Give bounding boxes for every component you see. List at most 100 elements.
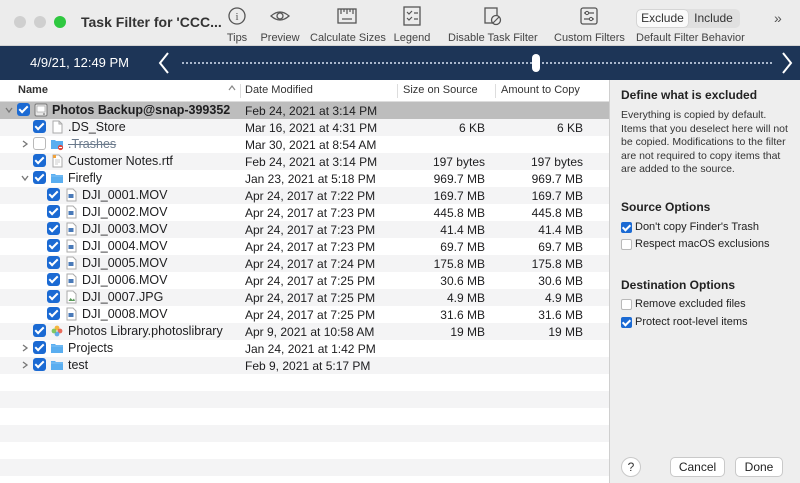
- column-header-name[interactable]: Name: [18, 84, 48, 96]
- table-row[interactable]: Photos Backup@snap-399352 Feb 24, 2021 at…: [0, 102, 609, 119]
- table-row[interactable]: Firefly Jan 23, 2021 at 5:18 PM 969.7 MB 96…: [0, 170, 609, 187]
- row-date-modified: Feb 24, 2021 at 3:14 PM: [245, 104, 378, 118]
- table-row[interactable]: .DS_Store Mar 16, 2021 at 4:31 PM 6 KB 6 KB: [0, 119, 609, 136]
- row-checkbox[interactable]: [33, 324, 46, 337]
- calculate-sizes-button[interactable]: Calculate Sizes: [310, 6, 386, 44]
- row-date-modified: Apr 24, 2017 at 7:24 PM: [245, 257, 376, 271]
- row-checkbox[interactable]: [33, 341, 46, 354]
- table-row[interactable]: DJI_0006.MOV Apr 24, 2017 at 7:25 PM 30.6 …: [0, 272, 609, 289]
- minimize-window-button[interactable]: [34, 16, 46, 28]
- table-row[interactable]: DJI_0004.MOV Apr 24, 2017 at 7:23 PM 69.7 …: [0, 238, 609, 255]
- row-size-on-source: 197 bytes: [432, 155, 485, 169]
- remove-excluded-checkbox[interactable]: [621, 299, 632, 310]
- respect-exclusions-checkbox[interactable]: [621, 239, 632, 250]
- disable-task-filter-button[interactable]: Disable Task Filter: [448, 6, 538, 44]
- row-size-on-source: 175.8 MB: [433, 257, 485, 271]
- close-window-button[interactable]: [14, 16, 26, 28]
- row-date-modified: Apr 24, 2017 at 7:22 PM: [245, 189, 376, 203]
- legend-button[interactable]: Legend: [393, 6, 431, 44]
- column-header-amount-to-copy[interactable]: Amount to Copy: [501, 84, 580, 96]
- disclosure-expanded-icon[interactable]: [4, 105, 14, 115]
- row-checkbox[interactable]: [47, 239, 60, 252]
- row-size-on-source: 19 MB: [450, 325, 485, 339]
- row-checkbox[interactable]: [33, 358, 46, 371]
- row-amount-to-copy: 69.7 MB: [538, 240, 583, 254]
- table-row[interactable]: DJI_0008.MOV Apr 24, 2017 at 7:25 PM 31.6 …: [0, 306, 609, 323]
- table-row[interactable]: DJI_0001.MOV Apr 24, 2017 at 7:22 PM 169.7…: [0, 187, 609, 204]
- row-amount-to-copy: 4.9 MB: [544, 291, 583, 305]
- row-date-modified: Jan 23, 2021 at 5:18 PM: [245, 172, 376, 186]
- row-checkbox[interactable]: [47, 188, 60, 201]
- row-checkbox[interactable]: [47, 273, 60, 286]
- movie-file-icon: [64, 307, 78, 321]
- row-checkbox[interactable]: [33, 137, 46, 150]
- row-size-on-source: 969.7 MB: [433, 172, 485, 186]
- row-date-modified: Apr 24, 2017 at 7:25 PM: [245, 274, 376, 288]
- help-button[interactable]: ?: [621, 457, 641, 477]
- row-size-on-source: 6 KB: [458, 121, 485, 135]
- disclosure-collapsed-icon[interactable]: [20, 139, 30, 149]
- column-header-date-modified[interactable]: Date Modified: [245, 84, 313, 96]
- table-row[interactable]: DJI_0007.JPG Apr 24, 2017 at 7:25 PM 4.9 M…: [0, 289, 609, 306]
- zoom-window-button[interactable]: [54, 16, 66, 28]
- custom-filters-button[interactable]: Custom Filters: [554, 6, 625, 44]
- row-name: DJI_0007.JPG: [82, 290, 164, 304]
- table-row[interactable]: DJI_0005.MOV Apr 24, 2017 at 7:24 PM 175.8…: [0, 255, 609, 272]
- row-size-on-source: 4.9 MB: [446, 291, 485, 305]
- row-checkbox[interactable]: [47, 205, 60, 218]
- panel-description: Everything is copied by default. Items t…: [621, 109, 788, 175]
- cancel-button[interactable]: Cancel: [670, 457, 725, 477]
- tips-button[interactable]: i Tips: [222, 6, 252, 44]
- preview-button[interactable]: Preview: [260, 6, 300, 44]
- timeline-thumb[interactable]: [532, 54, 540, 72]
- disclosure-collapsed-icon[interactable]: [20, 360, 30, 370]
- filter-behavior-segmented-control: Exclude Include: [636, 9, 740, 28]
- row-checkbox[interactable]: [17, 103, 30, 116]
- panel-heading: Define what is excluded: [621, 88, 758, 102]
- row-amount-to-copy: 19 MB: [548, 325, 583, 339]
- row-amount-to-copy: 175.8 MB: [531, 257, 583, 271]
- row-checkbox[interactable]: [47, 290, 60, 303]
- done-button[interactable]: Done: [735, 457, 783, 477]
- disable-filter-icon: [484, 7, 502, 26]
- tips-icon: i: [228, 7, 246, 25]
- row-checkbox[interactable]: [47, 256, 60, 269]
- toolbar-overflow-icon[interactable]: »: [774, 10, 782, 26]
- folder-icon: [50, 358, 64, 372]
- table-row[interactable]: DJI_0003.MOV Apr 24, 2017 at 7:23 PM 41.4 …: [0, 221, 609, 238]
- row-date-modified: Apr 24, 2017 at 7:25 PM: [245, 291, 376, 305]
- protect-root-checkbox[interactable]: [621, 317, 632, 328]
- table-row[interactable]: Projects Jan 24, 2021 at 1:42 PM: [0, 340, 609, 357]
- table-row[interactable]: Photos Library.photoslibrary Apr 9, 2021 …: [0, 323, 609, 340]
- row-name: Customer Notes.rtf: [68, 154, 173, 168]
- row-checkbox[interactable]: [33, 154, 46, 167]
- row-checkbox[interactable]: [47, 307, 60, 320]
- row-name: Photos Backup@snap-399352: [52, 103, 231, 117]
- movie-file-icon: [64, 273, 78, 287]
- table-row[interactable]: test Feb 9, 2021 at 5:17 PM: [0, 357, 609, 374]
- row-size-on-source: 30.6 MB: [440, 274, 485, 288]
- sort-ascending-icon: [228, 85, 236, 91]
- timeline-previous-icon[interactable]: [157, 51, 171, 75]
- empty-row: [0, 391, 609, 408]
- disclosure-collapsed-icon[interactable]: [20, 343, 30, 353]
- timeline-next-icon[interactable]: [780, 51, 794, 75]
- timeline-track[interactable]: [182, 62, 772, 64]
- row-name: DJI_0006.MOV: [82, 273, 168, 287]
- row-checkbox[interactable]: [47, 222, 60, 235]
- row-checkbox[interactable]: [33, 120, 46, 133]
- disclosure-expanded-icon[interactable]: [20, 173, 30, 183]
- exclude-segment[interactable]: Exclude: [637, 10, 688, 27]
- table-row[interactable]: Customer Notes.rtf Feb 24, 2021 at 3:14 P…: [0, 153, 609, 170]
- column-header-size-on-source[interactable]: Size on Source: [403, 84, 478, 96]
- row-size-on-source: 169.7 MB: [433, 189, 485, 203]
- table-row[interactable]: DJI_0002.MOV Apr 24, 2017 at 7:23 PM 445.8…: [0, 204, 609, 221]
- dont-copy-trash-checkbox[interactable]: [621, 222, 632, 233]
- include-segment[interactable]: Include: [688, 10, 739, 27]
- row-name: DJI_0008.MOV: [82, 307, 168, 321]
- folder-excluded-icon: [50, 137, 64, 151]
- table-row[interactable]: .Trashes Mar 30, 2021 at 8:54 AM: [0, 136, 609, 153]
- row-date-modified: Apr 24, 2017 at 7:23 PM: [245, 206, 376, 220]
- row-amount-to-copy: 197 bytes: [530, 155, 583, 169]
- row-checkbox[interactable]: [33, 171, 46, 184]
